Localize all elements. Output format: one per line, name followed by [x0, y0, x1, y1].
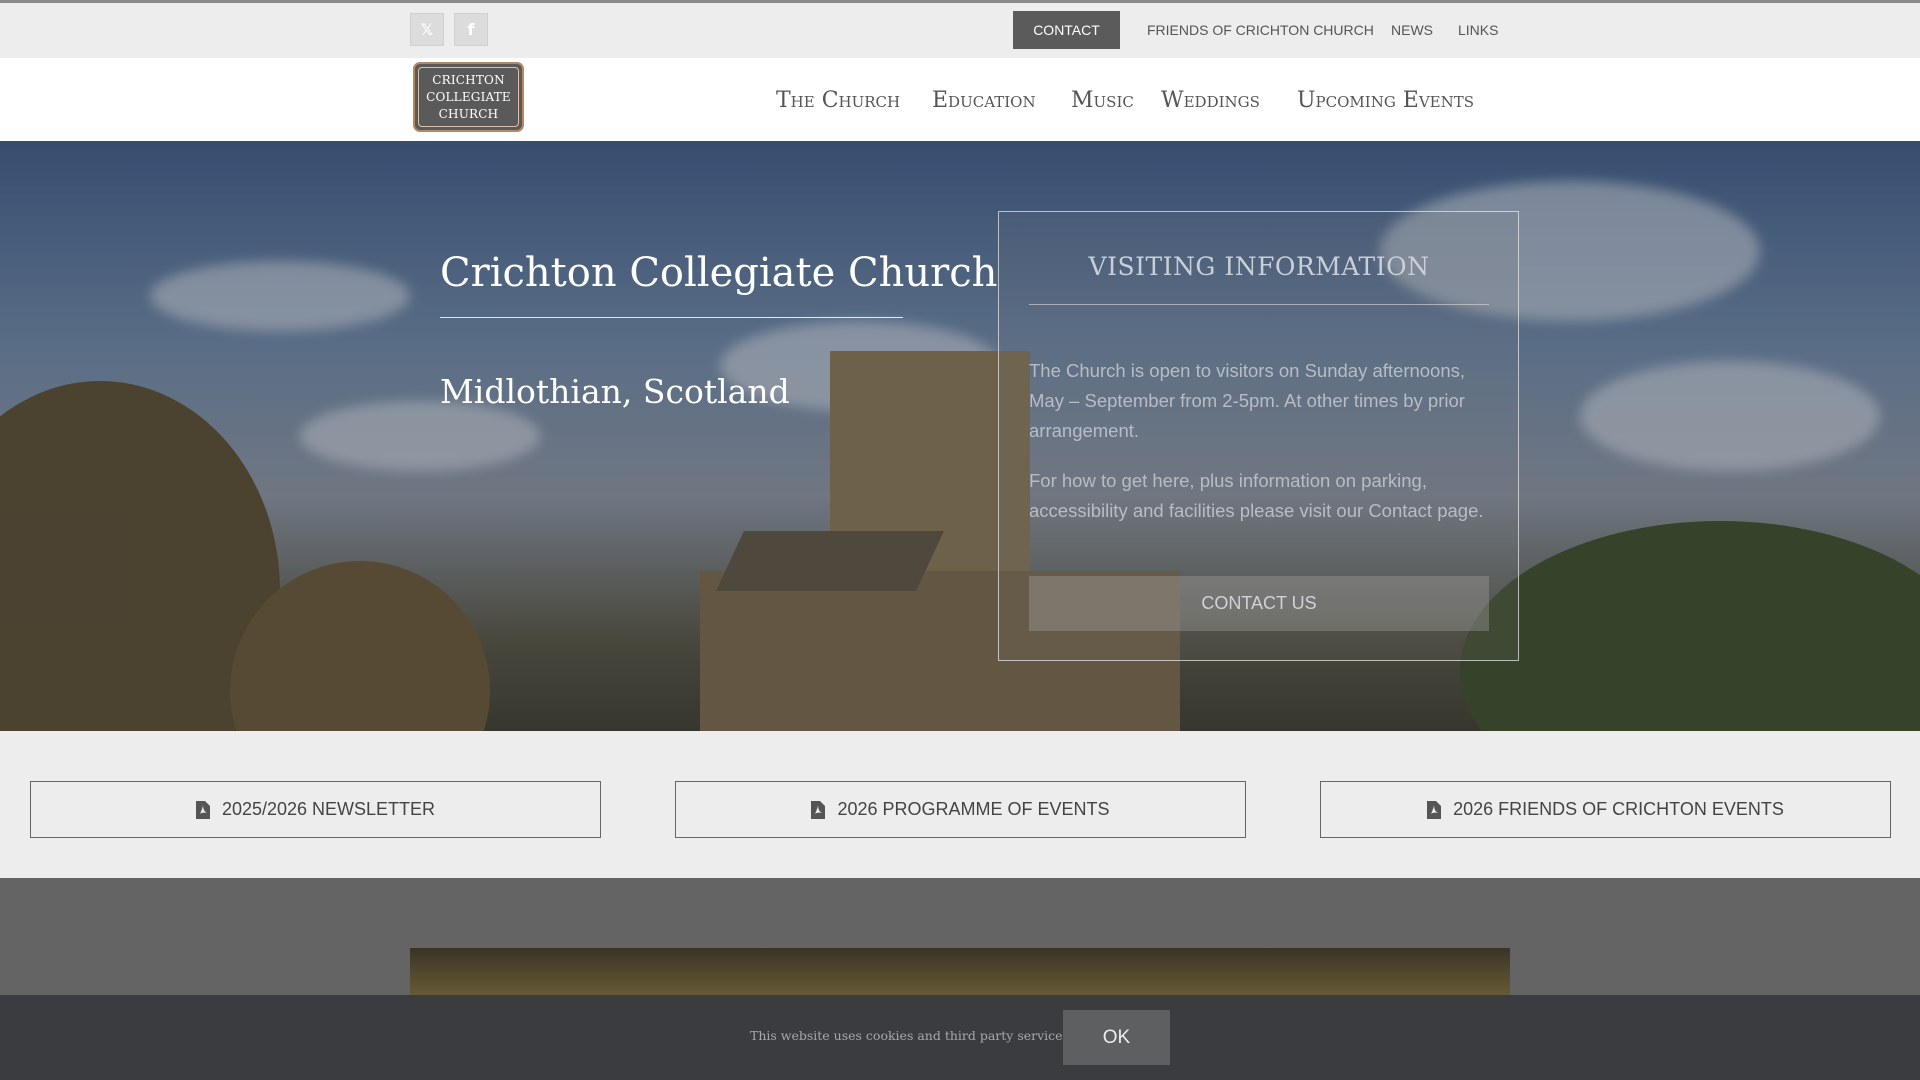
download-label: 2026 PROGRAMME OF EVENTS — [837, 799, 1110, 819]
hero-overlay — [0, 141, 1920, 731]
download-label: 2025/2026 NEWSLETTER — [221, 799, 436, 819]
newsletter-download-button[interactable]: 2025/2026 NEWSLETTER — [30, 781, 601, 838]
pdf-icon — [811, 800, 826, 819]
nav-the-church[interactable]: The Church — [776, 82, 900, 118]
top-bar — [0, 0, 1920, 58]
contact-button[interactable]: CONTACT — [1013, 11, 1120, 49]
visiting-divider — [1029, 304, 1489, 305]
nav-weddings[interactable]: Weddings — [1161, 82, 1260, 118]
download-label: 2026 FRIENDS OF CRICHTON EVENTS — [1453, 799, 1784, 819]
news-link[interactable]: NEWS — [1391, 11, 1433, 49]
nav-upcoming-events[interactable]: Upcoming Events — [1297, 82, 1474, 118]
hero-subtitle: Midlothian, Scotland — [440, 372, 790, 411]
cookie-ok-button[interactable]: OK — [1063, 1010, 1170, 1065]
nav-music[interactable]: Music — [1071, 82, 1134, 118]
friends-events-download-button[interactable]: 2026 FRIENDS OF CRICHTON EVENTS — [1320, 781, 1891, 838]
facebook-icon[interactable]: f — [454, 13, 488, 46]
logo-line: CHURCH — [438, 106, 499, 121]
visiting-info-panel: VISITING INFORMATION The Church is open … — [998, 211, 1519, 661]
hero-title: Crichton Collegiate Church — [440, 250, 998, 296]
x-icon[interactable]: 𝕏 — [410, 13, 444, 46]
visiting-paragraph-hours: The Church is open to visitors on Sunday… — [1029, 360, 1466, 441]
hero-divider — [440, 317, 903, 318]
hero-banner — [0, 141, 1920, 731]
programme-download-button[interactable]: 2026 PROGRAMME OF EVENTS — [675, 781, 1246, 838]
nav-education[interactable]: Education — [932, 82, 1036, 118]
logo-line: COLLEGIATE — [426, 89, 511, 104]
friends-link[interactable]: FRIENDS OF CRICHTON CHURCH — [1147, 11, 1374, 49]
site-logo[interactable]: CRICHTON COLLEGIATE CHURCH — [413, 62, 524, 132]
pdf-icon — [1427, 800, 1442, 819]
logo-line: CRICHTON — [432, 72, 505, 87]
cookie-message: This website uses cookies and third part… — [750, 1028, 1073, 1043]
visiting-title: VISITING INFORMATION — [1088, 252, 1430, 281]
pdf-icon — [195, 800, 210, 819]
contact-us-button[interactable]: CONTACT US — [1029, 576, 1489, 631]
visiting-paragraph-directions: For how to get here, plus information on… — [1029, 470, 1484, 521]
logo-text: CRICHTON COLLEGIATE CHURCH — [418, 67, 519, 127]
links-link[interactable]: LINKS — [1458, 11, 1498, 49]
